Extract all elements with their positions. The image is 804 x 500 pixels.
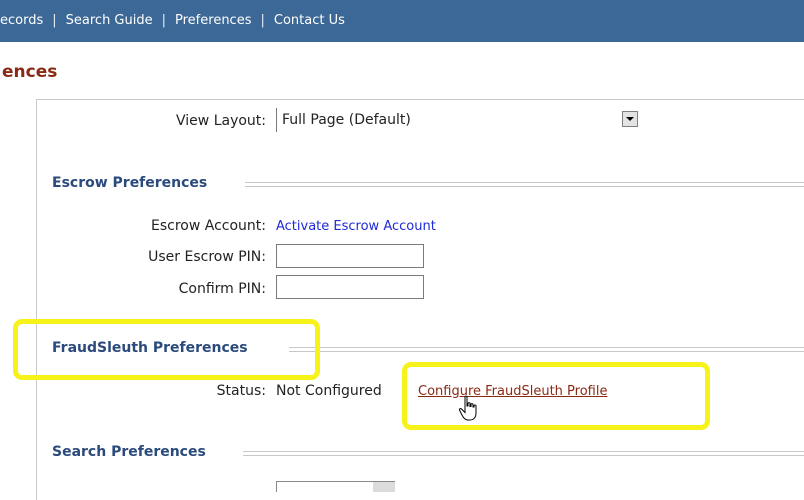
nav-link-search-guide[interactable]: Search Guide: [66, 13, 153, 28]
fraudsleuth-heading-highlight: [13, 319, 320, 380]
confirm-pin-label: Confirm PIN:: [178, 281, 266, 297]
chevron-down-icon: [626, 117, 634, 121]
search-section-heading: Search Preferences: [52, 444, 206, 460]
nav-separator: |: [260, 13, 265, 28]
view-layout-selected-value: Full Page (Default): [282, 112, 411, 128]
section-divider: [289, 347, 804, 352]
dropdown-button[interactable]: [622, 111, 638, 127]
user-escrow-pin-input[interactable]: [276, 244, 424, 268]
top-nav-bar: ecords | Search Guide | Preferences | Contact …: [0, 0, 804, 42]
nav-link-preferences[interactable]: Preferences: [175, 13, 251, 28]
confirm-pin-input[interactable]: [276, 275, 424, 299]
view-layout-select[interactable]: Full Page (Default): [276, 108, 645, 132]
hand-cursor-icon: [458, 395, 477, 421]
preferences-panel: [36, 99, 804, 500]
escrow-section-heading: Escrow Preferences: [52, 175, 208, 191]
nav-link-contact-us[interactable]: Contact Us: [274, 13, 345, 28]
section-divider: [245, 182, 804, 187]
nav-separator: |: [161, 13, 167, 28]
escrow-account-label: Escrow Account:: [151, 218, 266, 234]
status-label: Status:: [216, 383, 266, 399]
user-escrow-pin-label: User Escrow PIN:: [148, 249, 266, 265]
nav-items: ecords | Search Guide | Preferences | Contact …: [0, 13, 345, 28]
nav-separator: |: [52, 13, 57, 28]
page-title: ences: [2, 62, 58, 82]
section-divider: [243, 451, 804, 456]
dropdown-button[interactable]: [373, 482, 395, 492]
configure-link-highlight: [402, 362, 710, 430]
status-value: Not Configured: [276, 383, 382, 399]
view-layout-label: View Layout:: [176, 113, 266, 129]
nav-link-records[interactable]: ecords: [0, 13, 43, 28]
activate-escrow-account-link[interactable]: Activate Escrow Account: [276, 219, 436, 234]
